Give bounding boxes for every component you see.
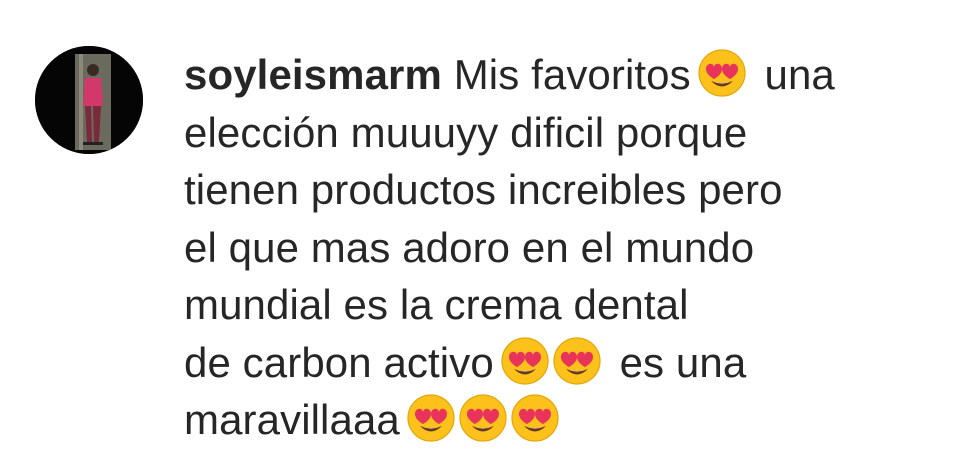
comment-line-3: tienen productos increibles pero <box>184 166 783 213</box>
comment-line-text: maravillaaa <box>184 396 400 443</box>
comment-line-4: el que mas adoro en el mundo <box>184 223 755 271</box>
heart-eyes-emoji-icon <box>697 48 747 98</box>
comment-line-6: de carbon activo es una <box>184 334 924 392</box>
comment-text: soyleismarm Mis favoritos una elección m… <box>184 46 924 449</box>
avatar-photo <box>35 46 143 154</box>
comment-line-5: mundial es la crema dental <box>184 281 689 328</box>
comment-line-1: soyleismarm Mis favoritos una <box>184 46 924 104</box>
comment-username[interactable]: soyleismarm <box>184 51 442 98</box>
comment-line-7: maravillaaa <box>184 391 924 449</box>
heart-eyes-emoji-icon <box>510 393 560 443</box>
comment-line-2: elección muuuyy dificil porque <box>184 108 748 156</box>
heart-eyes-emoji-icon <box>406 393 456 443</box>
comment-line-text: Mis favoritos <box>453 51 691 98</box>
comment-item: soyleismarm Mis favoritos una elección m… <box>0 0 963 453</box>
heart-eyes-emoji-icon <box>458 393 508 443</box>
comment-line-text: una <box>764 51 835 98</box>
heart-eyes-emoji-icon <box>552 336 602 386</box>
user-avatar[interactable] <box>35 46 143 154</box>
heart-eyes-emoji-icon <box>500 336 550 386</box>
comment-line-text: es una <box>619 338 747 386</box>
comment-line-text: de carbon activo <box>184 338 494 386</box>
